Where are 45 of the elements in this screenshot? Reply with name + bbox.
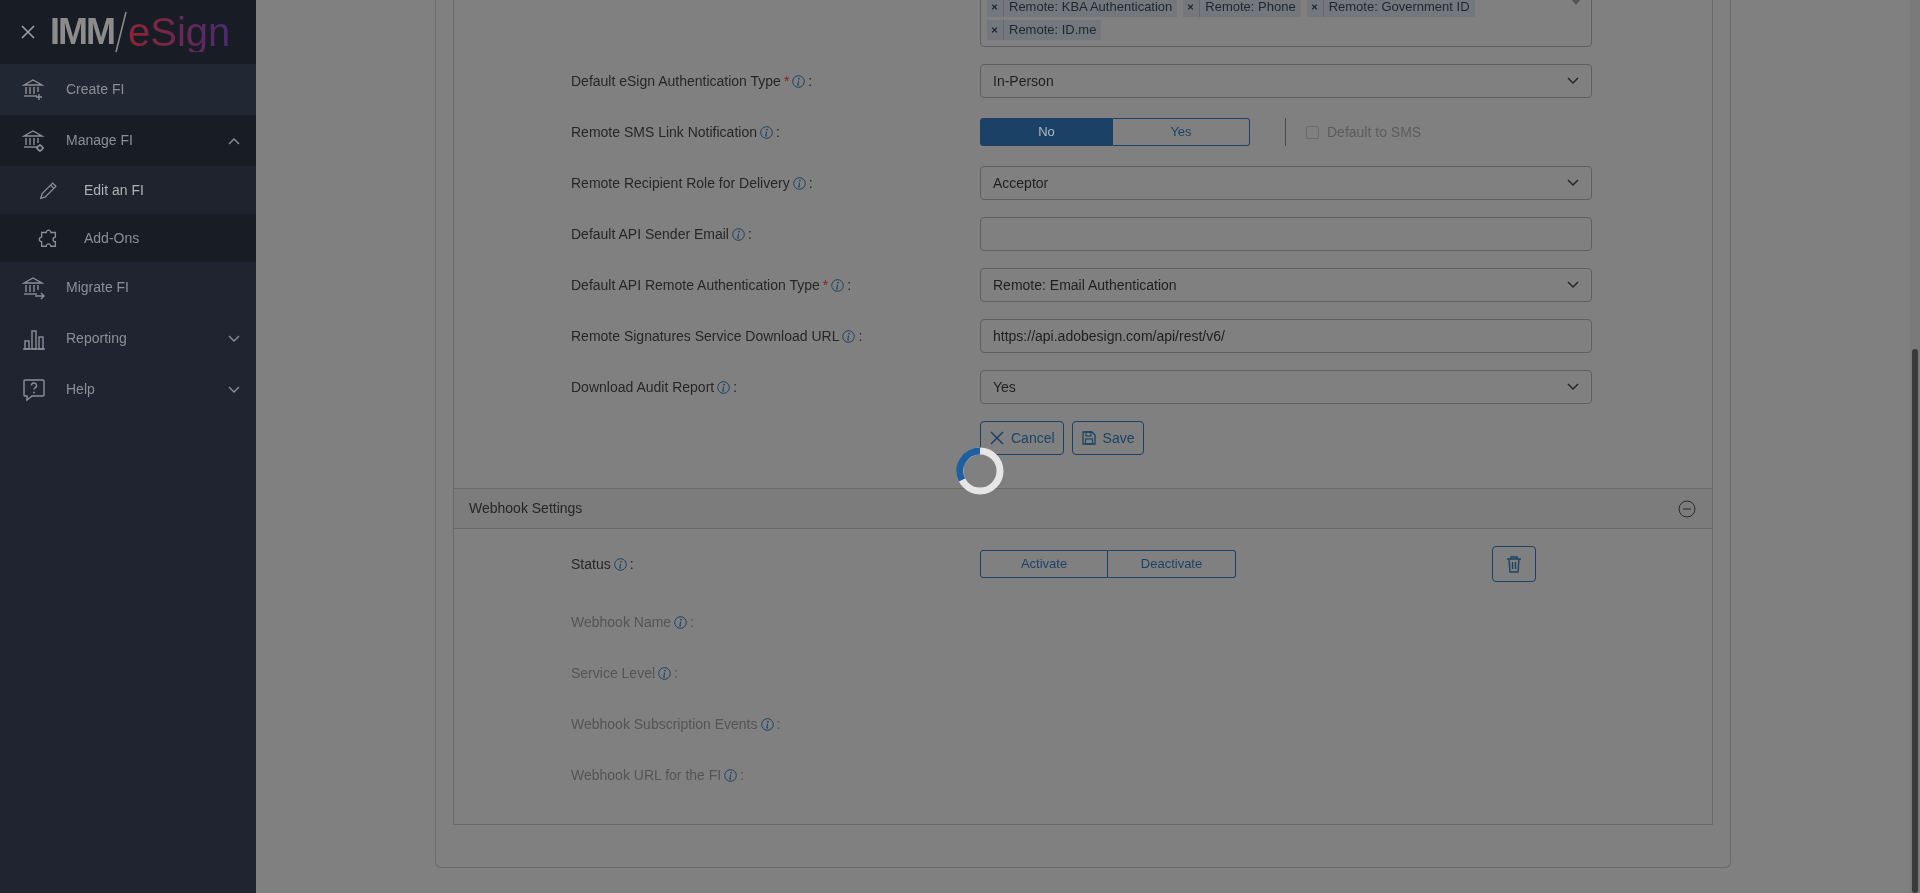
selected-tag[interactable]: Remote: Government ID: [1306, 0, 1475, 17]
save-button[interactable]: Save: [1071, 421, 1144, 455]
select-field[interactable]: Yes: [980, 370, 1592, 404]
field-label: Remote SMS Link Notification: [571, 122, 757, 142]
select-field[interactable]: In-Person: [980, 64, 1592, 98]
label-colon: :: [808, 173, 813, 193]
logo: IMM eSign: [50, 11, 231, 53]
field-label: Status: [571, 554, 611, 574]
label-colon: :: [858, 326, 863, 346]
cancel-button[interactable]: Cancel: [980, 421, 1064, 455]
label-colon: :: [674, 663, 678, 683]
required-marker: *: [783, 71, 790, 91]
sidebar-item[interactable]: Help: [0, 364, 256, 415]
label-colon: :: [733, 377, 738, 397]
sidebar-item[interactable]: Reporting: [0, 313, 256, 364]
toggle-option[interactable]: No: [980, 118, 1113, 146]
field-label: Remote Recipient Role for Delivery: [571, 173, 790, 193]
text-field[interactable]: https://api.adobesign.com/api/rest/v6/: [980, 319, 1592, 353]
field-label: Default API Remote Authentication Type: [571, 275, 820, 295]
sidebar-item[interactable]: Migrate FI: [0, 262, 256, 313]
sidebar-subitem[interactable]: Add-Ons: [0, 214, 256, 262]
toggle-option[interactable]: Deactivate: [1108, 550, 1236, 578]
multiselect-field[interactable]: Remote: KBA Authentication Remote: Phone Remote: Government ID Remote: ID.me: [980, 0, 1592, 47]
label-colon: :: [690, 612, 695, 632]
field-label: Remote Signatures Service Download URL: [571, 326, 840, 346]
field-label: Download Audit Report: [571, 377, 715, 397]
label-colon: :: [775, 122, 780, 142]
selected-tag[interactable]: Remote: Phone: [1183, 0, 1301, 17]
label-colon: :: [776, 714, 781, 734]
field-label: Default eSign Authentication Type: [571, 71, 781, 91]
toggle-option[interactable]: Yes: [1113, 118, 1250, 146]
select-field[interactable]: Remote: Email Authentication: [980, 268, 1592, 302]
required-marker: *: [822, 275, 829, 295]
selected-tag[interactable]: Remote: KBA Authentication: [987, 0, 1178, 17]
selected-tag[interactable]: Remote: ID.me: [987, 20, 1102, 40]
label-colon: :: [740, 765, 745, 785]
field-label: Default API Sender Email: [571, 224, 729, 244]
toggle-option[interactable]: Activate: [980, 550, 1108, 578]
section-title: Webhook Settings: [469, 499, 583, 518]
label-colon: :: [808, 71, 813, 91]
sidebar-item[interactable]: Manage FI: [0, 115, 256, 166]
select-field[interactable]: Acceptor: [980, 166, 1592, 200]
label-colon: :: [847, 275, 852, 295]
label-colon: :: [748, 224, 752, 244]
label-colon: :: [629, 554, 634, 574]
